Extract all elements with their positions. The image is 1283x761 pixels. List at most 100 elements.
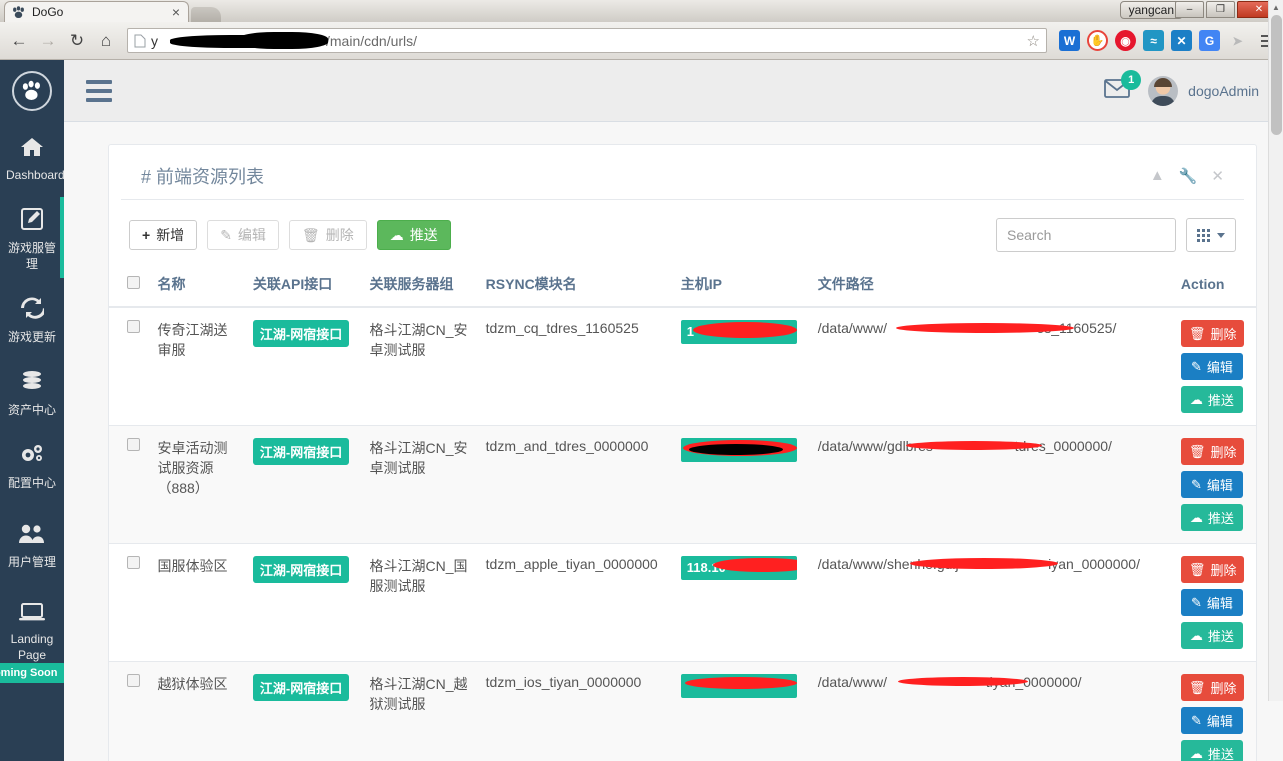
panel-tools: ▲ 🔧 ✕: [1150, 167, 1224, 185]
cell-file-path: /data/www/gdljmmiryxxxxx/tiyan_0000000/: [809, 661, 1173, 761]
collapse-icon[interactable]: ▲: [1150, 167, 1165, 185]
xmind-extension-icon[interactable]: ✕: [1171, 30, 1192, 51]
column-chooser-button[interactable]: [1186, 218, 1236, 252]
sidebar-item-label: 资产中心: [7, 403, 56, 417]
window-controls: – ❐ ✕: [1175, 1, 1281, 18]
sidebar-item-label: 用户管理: [7, 555, 56, 569]
sidebar-item-game-update[interactable]: 游戏更新: [0, 282, 64, 355]
search-input[interactable]: [996, 218, 1176, 252]
table-row[interactable]: 越狱体验区 江湖-网宿接口 格斗江湖CN_越狱测试服 tdzm_ios_tiya…: [109, 661, 1256, 761]
row-delete-button[interactable]: 🗑 删除: [1180, 674, 1245, 701]
browser-tab[interactable]: DoGo ×: [4, 1, 189, 22]
ip-redaction-mark: [692, 322, 797, 338]
messages-button[interactable]: 1: [1104, 69, 1142, 103]
refresh-icon: [2, 296, 62, 324]
sidebar-brand[interactable]: [0, 60, 64, 122]
avatar: [1148, 75, 1179, 106]
browser-profile-pill[interactable]: yangcan: [1119, 1, 1183, 19]
sidebar-item-label: 游戏更新: [7, 330, 56, 344]
select-all-checkbox[interactable]: [127, 276, 140, 289]
sidebar-toggle-icon[interactable]: [86, 79, 112, 102]
cell-rsync: tdzm_ios_tiyan_0000000: [477, 661, 673, 761]
row-checkbox[interactable]: [127, 674, 140, 687]
cell-server-group: 格斗江湖CN_越狱测试服: [361, 661, 478, 761]
star-icon[interactable]: ☆: [1027, 32, 1040, 50]
cell-host-ip: 118.10: [672, 543, 810, 662]
row-push-button[interactable]: ☁ 推送: [1180, 504, 1243, 531]
cell-actions: 🗑 删除 ✎ 编辑 ☁ 推送: [1172, 307, 1256, 426]
resource-table: 名称 关联API接口 关联服务器组 RSYNC模块名 主机IP 文件路径 Act…: [109, 264, 1256, 761]
row-edit-button[interactable]: ✎ 编辑: [1180, 589, 1243, 616]
ip-badge: [680, 674, 797, 698]
table-row[interactable]: 安卓活动测试服资源（888） 江湖-网宿接口 格斗江湖CN_安卓测试服 tdzm…: [109, 425, 1256, 544]
weibo-extension-icon[interactable]: ◉: [1115, 30, 1136, 51]
row-checkbox[interactable]: [127, 438, 140, 451]
cell-host-ip: 1: [672, 307, 810, 426]
cell-server-group: 格斗江湖CN_国服测试服: [361, 543, 478, 662]
cell-host-ip: [672, 425, 810, 544]
sidebar-item-landing-page[interactable]: Landing Page Coming Soon: [0, 580, 64, 693]
window-restore-button[interactable]: ❐: [1206, 1, 1235, 18]
header-server-group[interactable]: 关联服务器组: [361, 264, 478, 308]
table-row[interactable]: 传奇江湖送审服 江湖-网宿接口 格斗江湖CN_安卓测试服 tdzm_cq_tdr…: [109, 307, 1256, 426]
header-host-ip[interactable]: 主机IP: [672, 264, 810, 308]
user-menu[interactable]: dogoAdmin: [1148, 75, 1259, 106]
header-file-path[interactable]: 文件路径: [809, 264, 1173, 308]
edit-button[interactable]: ✎ 编辑: [207, 219, 279, 251]
home-icon[interactable]: ⌂: [93, 28, 119, 54]
row-checkbox[interactable]: [127, 320, 140, 333]
sidebar-item-label: Landing Page: [10, 632, 54, 662]
scroll-up-arrow-icon[interactable]: ▲: [1269, 0, 1283, 15]
row-edit-button[interactable]: ✎ 编辑: [1180, 353, 1243, 380]
adblock-extension-icon[interactable]: ✋: [1087, 30, 1108, 51]
add-button[interactable]: + 新增: [129, 219, 198, 251]
sidebar-item-config-center[interactable]: 配置中心: [0, 428, 64, 501]
plus-icon: +: [142, 226, 151, 243]
new-tab-button[interactable]: [191, 7, 221, 22]
row-checkbox[interactable]: [127, 556, 140, 569]
row-push-button[interactable]: ☁ 推送: [1180, 386, 1243, 413]
row-edit-button[interactable]: ✎ 编辑: [1180, 707, 1243, 734]
tab-close-icon[interactable]: ×: [170, 5, 182, 19]
path-redaction-mark: [909, 558, 1058, 569]
tab-title: DoGo: [32, 5, 64, 19]
blue-wave-extension-icon[interactable]: ≈: [1143, 30, 1164, 51]
wunderlist-extension-icon[interactable]: W: [1059, 30, 1080, 51]
cell-host-ip: [672, 661, 810, 761]
cloud-upload-icon: ☁: [1189, 509, 1203, 525]
cell-rsync: tdzm_apple_tiyan_0000000: [477, 543, 673, 662]
row-delete-button[interactable]: 🗑 删除: [1180, 438, 1245, 465]
sidebar-item-asset-center[interactable]: 资产中心: [0, 355, 64, 428]
row-delete-button[interactable]: 🗑 删除: [1180, 556, 1245, 583]
google-translate-extension-icon[interactable]: G: [1199, 30, 1220, 51]
browser-titlebar: DoGo × yangcan – ❐ ✕: [0, 0, 1283, 22]
delete-button[interactable]: 🗑 删除: [288, 219, 367, 251]
resource-list-panel: # 前端资源列表 ▲ 🔧 ✕ + 新增 ✎ 编辑 🗑 删除 ☁ 推送 Searc…: [108, 144, 1257, 761]
page-scrollbar[interactable]: ▲: [1268, 0, 1283, 701]
reload-icon[interactable]: ↻: [64, 28, 90, 54]
row-push-button[interactable]: ☁ 推送: [1180, 740, 1243, 761]
sidebar-item-game-server-management[interactable]: 游戏服管理: [0, 193, 64, 282]
row-push-button[interactable]: ☁ 推送: [1180, 622, 1243, 649]
window-minimize-button[interactable]: –: [1175, 1, 1204, 18]
header-rsync-module[interactable]: RSYNC模块名: [477, 264, 673, 308]
push-button[interactable]: ☁ 推送: [376, 219, 451, 251]
row-edit-button[interactable]: ✎ 编辑: [1180, 471, 1243, 498]
address-bar[interactable]: yxxxxxxxxxxxxxxxxxxxxxxxx/main/cdn/urls/…: [127, 28, 1047, 53]
sidebar-item-user-management[interactable]: 用户管理: [0, 501, 64, 580]
header-name[interactable]: 名称: [149, 264, 245, 308]
back-arrow-icon[interactable]: ←: [6, 28, 32, 54]
header-api[interactable]: 关联API接口: [244, 264, 362, 308]
ip-redaction-mark-2: [688, 444, 783, 455]
sidebar-item-dashboard[interactable]: Dashboard: [0, 122, 64, 193]
table-row[interactable]: 国服体验区 江湖-网宿接口 格斗江湖CN_国服测试服 tdzm_apple_ti…: [109, 543, 1256, 662]
scrollbar-thumb[interactable]: [1271, 15, 1282, 135]
home-icon: [2, 136, 62, 162]
cursor-extension-icon: ➤: [1232, 33, 1243, 48]
edit-square-icon: [2, 207, 62, 235]
row-delete-button[interactable]: 🗑 删除: [1180, 320, 1245, 347]
wrench-icon[interactable]: 🔧: [1179, 167, 1198, 185]
close-icon[interactable]: ✕: [1211, 167, 1224, 185]
panel-header: # 前端资源列表 ▲ 🔧 ✕: [121, 145, 1244, 200]
file-path-text: /data/www/shenhe.gdlj.xxxx.com/tdes_1160…: [817, 320, 1117, 336]
